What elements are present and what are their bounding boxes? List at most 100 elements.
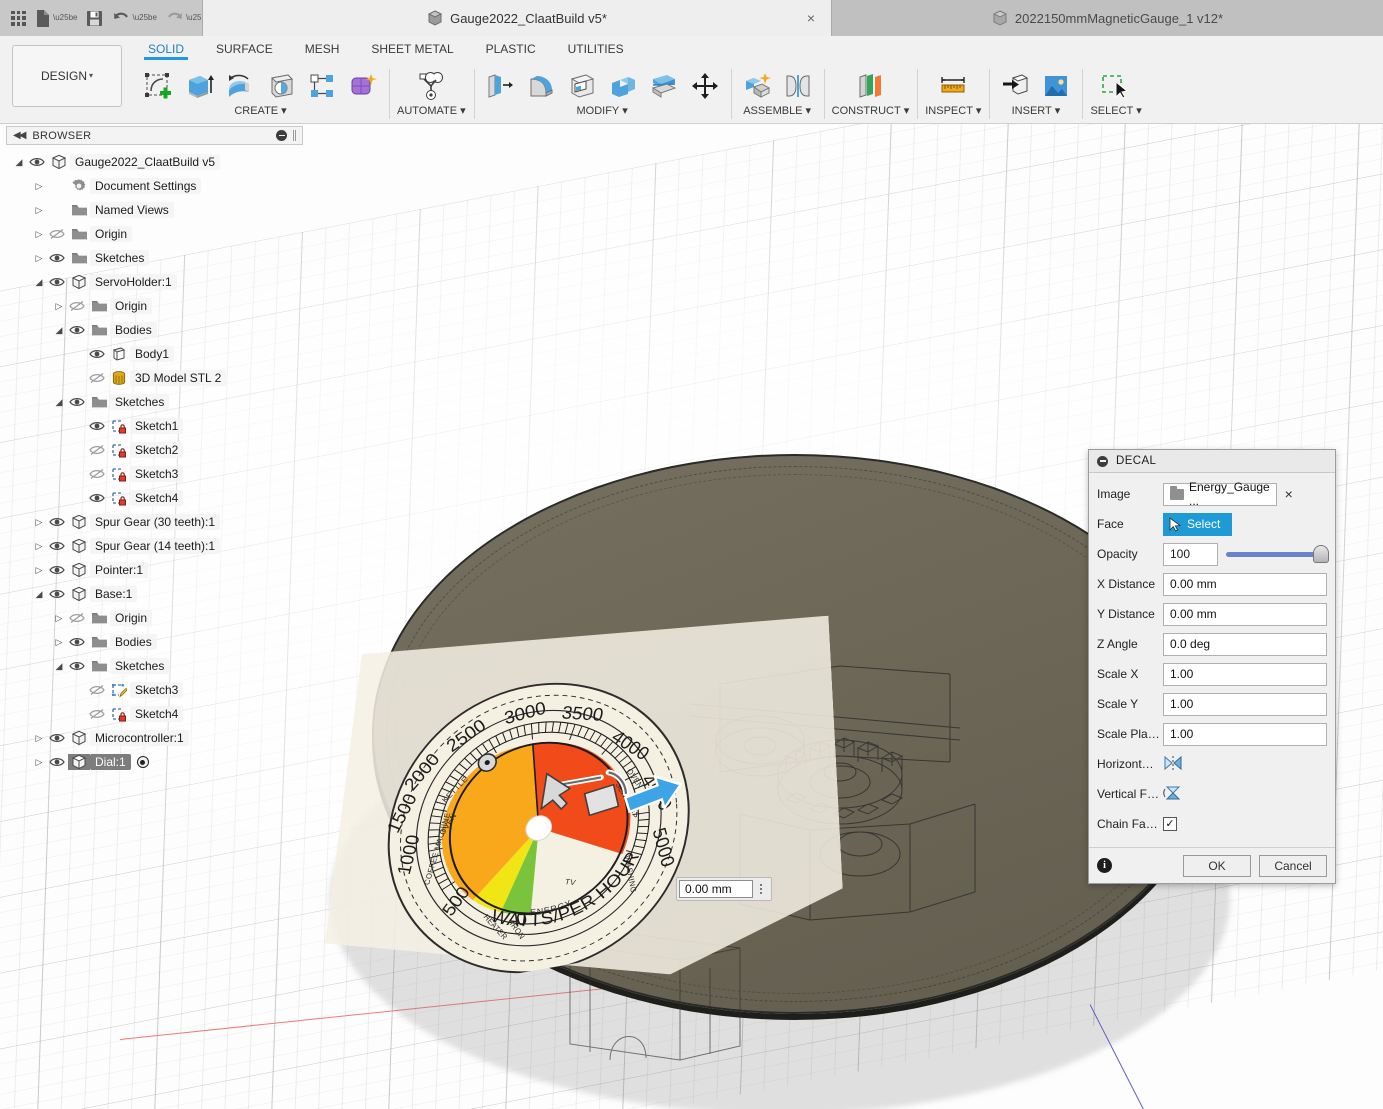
browser-tree-row[interactable]: ▷ Microcontroller:1 [6,726,306,750]
expand-arrow-open-icon[interactable]: ◢ [32,277,46,288]
inline-dimension-input[interactable]: 0.00 mm [676,877,772,901]
automate-icon[interactable] [413,68,449,104]
dimension-value-field[interactable]: 0.00 mm [679,880,753,898]
visibility-visible-icon[interactable] [86,348,108,360]
minimize-icon[interactable] [276,130,287,141]
visibility-visible-icon[interactable] [46,588,68,600]
image-value-field[interactable]: Energy_Gauge ... [1163,480,1277,508]
visibility-visible-icon[interactable] [46,516,68,528]
sweep-icon[interactable] [263,68,299,104]
new-component-icon[interactable] [739,68,775,104]
expand-arrow-closed-icon[interactable]: ▷ [32,541,46,552]
save-icon[interactable] [83,4,106,32]
ribbon-tab-mesh[interactable]: MESH [289,42,356,56]
browser-tree-row[interactable]: Sketch3 [6,462,306,486]
browser-tree-row[interactable]: Sketch1 [6,414,306,438]
browser-tree-row[interactable]: ▷ Origin [6,606,306,630]
dimension-more-menu-icon[interactable] [753,879,769,899]
visibility-visible-icon[interactable] [66,324,88,336]
close-icon[interactable]: × [807,10,815,26]
scale-x-field[interactable]: 1.00 [1163,662,1327,686]
revolve-icon[interactable] [222,68,258,104]
decal-dialog[interactable]: DECAL Image Energy_Gauge ... × Face Sele… [1088,449,1336,884]
browser-tree-row[interactable]: ▷ Pointer:1 [6,558,306,582]
document-tab-active[interactable]: Gauge2022_ClaatBuild v5* × [202,0,832,36]
z-angle-field[interactable]: 0.0 deg [1163,632,1327,656]
visibility-visible-icon[interactable] [66,660,88,672]
decal-dialog-header[interactable]: DECAL [1089,450,1335,473]
visibility-hidden-icon[interactable] [86,708,108,720]
expand-arrow-open-icon[interactable]: ◢ [52,661,66,672]
insert-derive-icon[interactable] [997,68,1033,104]
browser-tree-row[interactable]: ▷ Origin [6,294,306,318]
visibility-hidden-icon[interactable] [66,612,88,624]
browser-tree-row[interactable]: ▷ Bodies [6,630,306,654]
x-distance-field[interactable]: 0.00 mm [1163,572,1327,596]
ribbon-tab-surface[interactable]: SURFACE [200,42,289,56]
visibility-hidden-icon[interactable] [66,300,88,312]
shell-icon[interactable] [564,68,600,104]
offset-plane-icon[interactable] [852,68,888,104]
browser-tree-row[interactable]: Sketch4 [6,486,306,510]
browser-tree-row[interactable]: ▷ Origin [6,222,306,246]
expand-arrow-closed-icon[interactable]: ▷ [52,637,66,648]
visibility-hidden-icon[interactable] [86,372,108,384]
visibility-hidden-icon[interactable] [86,684,108,696]
scale-y-field[interactable]: 1.00 [1163,692,1327,716]
combine-icon[interactable] [605,68,641,104]
browser-tree-row[interactable]: Sketch4 [6,702,306,726]
browser-tree-row[interactable]: Sketch3 [6,678,306,702]
visibility-visible-icon[interactable] [66,396,88,408]
undo-icon[interactable]: \u25be [109,4,159,32]
expand-arrow-closed-icon[interactable]: ▷ [32,181,46,192]
fillet-icon[interactable] [523,68,559,104]
expand-arrow-closed-icon[interactable]: ▷ [32,733,46,744]
face-select-button[interactable]: Select [1163,512,1233,536]
browser-tree-row[interactable]: ▷ Named Views [6,198,306,222]
resize-grip[interactable] [293,130,296,141]
form-icon[interactable] [345,68,381,104]
visibility-hidden-icon[interactable] [86,468,108,480]
ribbon-tab-sheet-metal[interactable]: SHEET METAL [355,42,469,56]
collapse-dialog-icon[interactable] [1097,455,1108,467]
expand-arrow-open-icon[interactable]: ◢ [32,589,46,600]
ok-button[interactable]: OK [1183,854,1251,877]
create-sketch-icon[interactable] [140,68,176,104]
visibility-visible-icon[interactable] [46,564,68,576]
window-select-icon[interactable] [1098,68,1134,104]
visibility-visible-icon[interactable] [66,636,88,648]
y-distance-field[interactable]: 0.00 mm [1163,602,1327,626]
visibility-visible-icon[interactable] [86,420,108,432]
opacity-slider[interactable] [1226,543,1329,566]
ribbon-tab-utilities[interactable]: UTILITIES [552,42,640,56]
horizontal-flip-icon[interactable] [1163,755,1183,774]
move-copy-icon[interactable] [687,68,723,104]
expand-arrow-closed-icon[interactable]: ▷ [32,229,46,240]
visibility-visible-icon[interactable] [46,732,68,744]
browser-tree-row[interactable]: Body1 [6,342,306,366]
expand-arrow-closed-icon[interactable]: ▷ [52,613,66,624]
visibility-visible-icon[interactable] [46,756,68,768]
expand-arrow-closed-icon[interactable]: ▷ [32,757,46,768]
joint-icon[interactable] [780,68,816,104]
decal-icon[interactable] [1038,68,1074,104]
browser-tree-row[interactable]: Sketch2 [6,438,306,462]
visibility-visible-icon[interactable] [86,492,108,504]
browser-tree-row[interactable]: ◢ Base:1 [6,582,306,606]
visibility-visible-icon[interactable] [46,252,68,264]
visibility-hidden-icon[interactable] [86,444,108,456]
gauge-decal-artwork[interactable]: 0 500 1000 1500 2000 2500 3000 3500 4000… [364,639,710,997]
cancel-button[interactable]: Cancel [1259,854,1327,877]
vertical-flip-icon[interactable] [1163,785,1183,804]
ribbon-tab-solid[interactable]: SOLID [132,42,200,60]
new-file-icon[interactable]: \u25be [32,4,80,32]
clear-image-icon[interactable]: × [1277,486,1301,502]
expand-arrow-closed-icon[interactable]: ▷ [52,301,66,312]
visibility-hidden-icon[interactable] [46,228,68,240]
ribbon-tab-plastic[interactable]: PLASTIC [470,42,552,56]
visibility-visible-icon[interactable] [46,540,68,552]
chain-faces-checkbox[interactable]: ✓ [1163,817,1177,831]
press-pull-icon[interactable] [482,68,518,104]
browser-tree-row[interactable]: ◢ ServoHolder:1 [6,270,306,294]
expand-arrow-open-icon[interactable]: ◢ [12,157,26,168]
